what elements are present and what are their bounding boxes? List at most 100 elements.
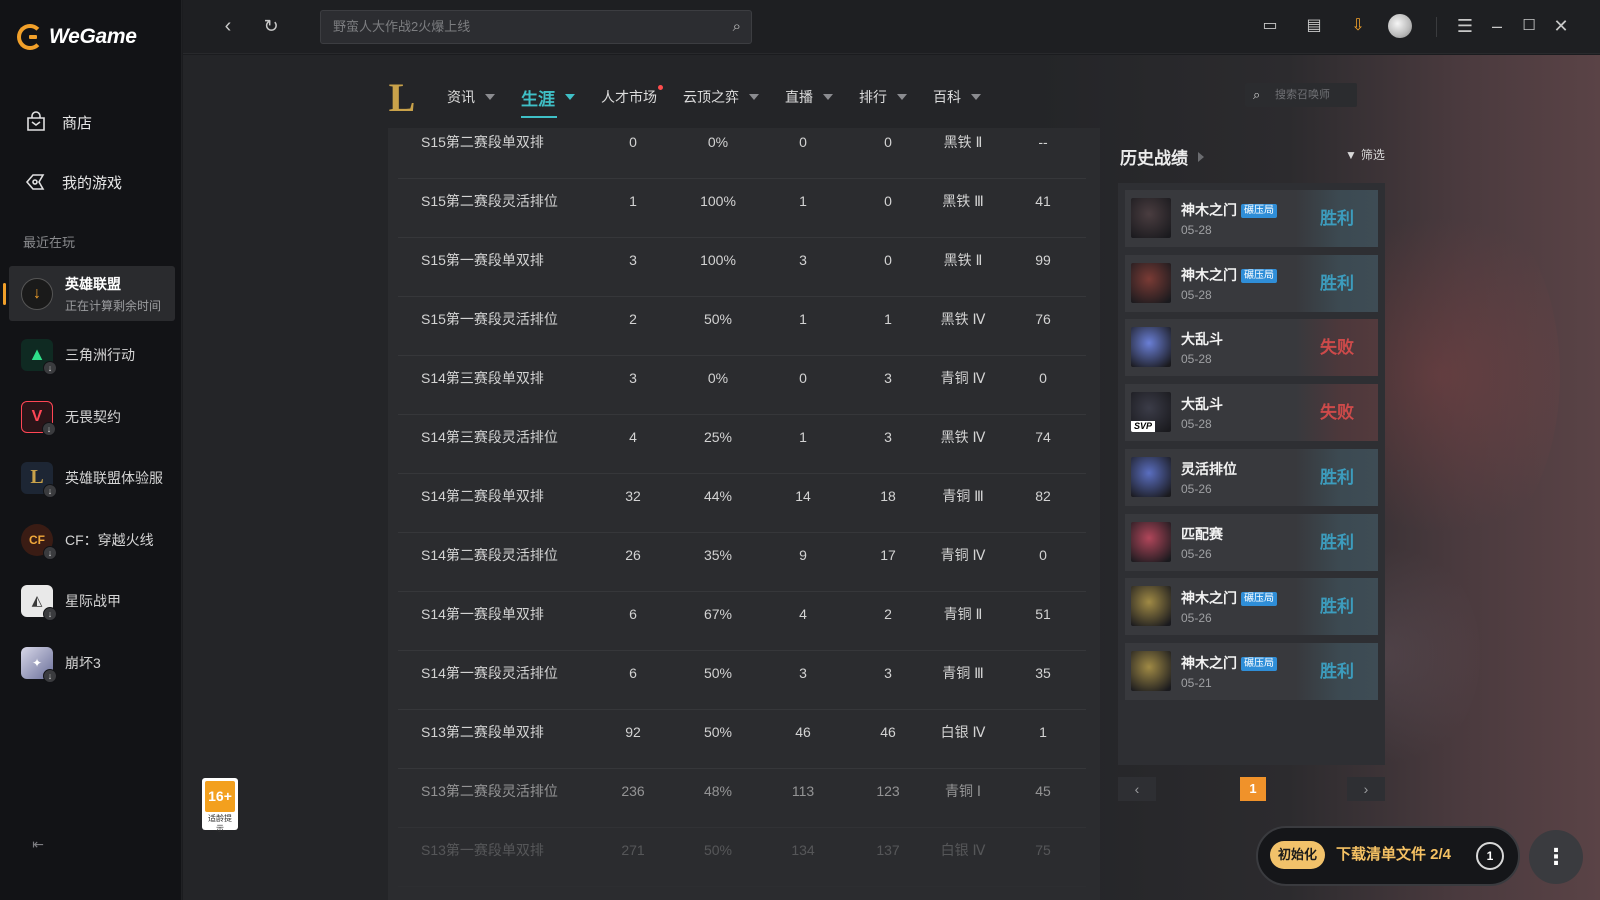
- recent-game-name: 三角洲行动: [65, 346, 135, 363]
- tab-news[interactable]: 资讯: [447, 87, 495, 107]
- filter-button[interactable]: ▼ 筛选: [1345, 146, 1385, 163]
- user-avatar[interactable]: [1388, 14, 1412, 38]
- match-result: 胜利: [1296, 190, 1378, 247]
- season-wins: 4: [799, 606, 807, 622]
- season-rank: 青铜 Ⅳ: [940, 547, 986, 563]
- season-rank: 青铜 Ⅰ: [944, 783, 982, 799]
- tab-career[interactable]: 生涯: [521, 85, 575, 118]
- menu-icon[interactable]: ☰: [1453, 14, 1477, 38]
- season-rank: 黑铁 Ⅲ: [942, 193, 984, 209]
- season-name: S15第二赛段灵活排位: [421, 193, 558, 209]
- match-mode: 神木之门 碾压局: [1181, 588, 1277, 608]
- warframe-icon: ◭ ↓: [21, 584, 57, 621]
- match-mode: 神木之门 碾压局: [1181, 200, 1277, 220]
- topbar-divider: [1436, 17, 1437, 37]
- match-item[interactable]: 神木之门 碾压局 05-21 胜利: [1125, 642, 1378, 700]
- download-badge-icon: ↓: [43, 545, 57, 560]
- message-icon[interactable]: ▤: [1302, 14, 1326, 38]
- global-search-input[interactable]: 野蛮人大作战2火爆上线 ⌕: [320, 10, 752, 44]
- folder-icon[interactable]: ▭: [1258, 14, 1282, 38]
- maximize-icon[interactable]: ☐: [1517, 14, 1541, 38]
- recent-game-lol-pbe[interactable]: L ↓ 英雄联盟体验服: [9, 450, 175, 505]
- tab-ranking[interactable]: 排行: [859, 87, 907, 107]
- search-icon[interactable]: ⌕: [733, 11, 741, 43]
- season-losses: 137: [876, 842, 900, 858]
- recent-game-crossfire[interactable]: CF ↓ CF：穿越火线: [9, 512, 175, 567]
- season-row: S13第二赛段灵活排位 236 48% 113 123 青铜 Ⅰ 45: [398, 769, 1086, 828]
- season-points: 76: [1035, 311, 1051, 327]
- champion-avatar: [1131, 650, 1171, 691]
- champion-avatar: [1131, 586, 1171, 627]
- season-name: S14第三赛段灵活排位: [421, 429, 558, 445]
- download-manager-icon[interactable]: ⇩: [1346, 14, 1370, 38]
- history-title[interactable]: 历史战绩: [1120, 144, 1204, 169]
- match-mode: 大乱斗: [1181, 394, 1223, 414]
- match-date: 05-28: [1181, 223, 1212, 237]
- recent-game-lol[interactable]: ↓ 英雄联盟 正在计算剩余时间: [3, 266, 175, 321]
- season-games: 6: [629, 606, 637, 622]
- match-item[interactable]: 大乱斗 05-28 失败: [1125, 319, 1378, 377]
- filter-icon: ▼: [1345, 147, 1357, 162]
- season-rank: 白银 Ⅳ: [940, 842, 986, 858]
- season-wins: 1: [799, 193, 807, 209]
- tab-wiki[interactable]: 百科: [933, 87, 981, 107]
- season-points: 51: [1035, 606, 1051, 622]
- champion-avatar: [1131, 521, 1171, 562]
- refresh-icon[interactable]: ↻: [259, 14, 283, 38]
- age-rating-badge: 16+ 适龄提示: [202, 778, 238, 833]
- tab-talent-market[interactable]: 人才市场: [601, 85, 663, 107]
- match-item[interactable]: SVP 大乱斗 05-28 失败: [1125, 384, 1378, 442]
- recent-game-delta-force[interactable]: ▲ ↓ 三角洲行动: [9, 327, 175, 382]
- champion-avatar: [1131, 262, 1171, 303]
- prev-page-button[interactable]: ‹: [1118, 777, 1156, 801]
- wegame-logo[interactable]: WeGame: [17, 24, 137, 50]
- match-mode: 神木之门 碾压局: [1181, 653, 1277, 673]
- back-icon[interactable]: ‹: [216, 14, 240, 38]
- match-item[interactable]: 神木之门 碾压局 05-28 胜利: [1125, 190, 1378, 247]
- season-losses: 46: [880, 724, 896, 740]
- nav-store[interactable]: 商店: [24, 110, 92, 134]
- game-nav: L 资讯 生涯 人才市场 云顶之弈 直播 排行 百科: [383, 69, 1007, 125]
- match-result: 胜利: [1296, 642, 1378, 700]
- more-options-button[interactable]: ⋮: [1529, 830, 1583, 884]
- season-games: 2: [629, 311, 637, 327]
- season-winrate: 50%: [703, 665, 733, 681]
- match-date: 05-28: [1181, 287, 1212, 302]
- recent-game-honkai3[interactable]: ✦ ↓ 崩坏3: [9, 635, 175, 690]
- nav-my-games[interactable]: 我的游戏: [24, 170, 122, 194]
- season-losses: 17: [880, 547, 896, 563]
- match-item[interactable]: 神木之门 碾压局 05-28 胜利: [1125, 254, 1378, 312]
- season-wins: 3: [799, 665, 807, 681]
- season-name: S15第一赛段单双排: [421, 252, 544, 268]
- chevron-down-icon: [565, 94, 575, 100]
- season-wins: 3: [799, 252, 807, 268]
- lol-logo[interactable]: L: [383, 75, 421, 120]
- minimize-icon[interactable]: –: [1485, 14, 1509, 38]
- season-losses: 3: [884, 665, 892, 681]
- my-games-icon: [25, 174, 45, 190]
- tab-tft[interactable]: 云顶之弈: [683, 87, 759, 107]
- summoner-search-input[interactable]: ⌕ 搜索召唤师: [1245, 83, 1357, 107]
- season-row: S14第一赛段灵活排位 6 50% 3 3 青铜 Ⅲ 35: [398, 651, 1086, 710]
- season-row: S14第二赛段灵活排位 26 35% 9 17 青铜 Ⅳ 0: [398, 533, 1086, 592]
- tab-live[interactable]: 直播: [785, 87, 833, 107]
- next-page-button[interactable]: ›: [1347, 777, 1385, 801]
- match-item[interactable]: 灵活排位 05-26 胜利: [1125, 448, 1378, 506]
- close-icon[interactable]: ✕: [1549, 14, 1573, 38]
- recent-game-valorant[interactable]: V ↓ 无畏契约: [9, 389, 175, 444]
- match-item[interactable]: 匹配赛 05-26 胜利: [1125, 513, 1378, 571]
- season-games: 3: [629, 370, 637, 386]
- match-result: 胜利: [1296, 448, 1378, 506]
- download-status-bar[interactable]: 初始化 下载清单文件 2/4 1: [1256, 826, 1520, 886]
- season-winrate: 48%: [703, 783, 733, 799]
- tab-label: 百科: [933, 89, 961, 105]
- season-row: S13第一赛段单双排 271 50% 134 137 白银 Ⅳ 75: [398, 828, 1086, 887]
- recent-game-warframe[interactable]: ◭ ↓ 星际战甲: [9, 573, 175, 628]
- collapse-sidebar-icon[interactable]: ⇤: [29, 836, 47, 854]
- current-page[interactable]: 1: [1240, 777, 1266, 801]
- season-losses: 123: [876, 783, 900, 799]
- season-winrate: 44%: [703, 488, 733, 504]
- global-search-placeholder: 野蛮人大作战2火爆上线: [333, 19, 471, 34]
- season-winrate: 50%: [703, 311, 733, 327]
- match-item[interactable]: 神木之门 碾压局 05-26 胜利: [1125, 578, 1378, 636]
